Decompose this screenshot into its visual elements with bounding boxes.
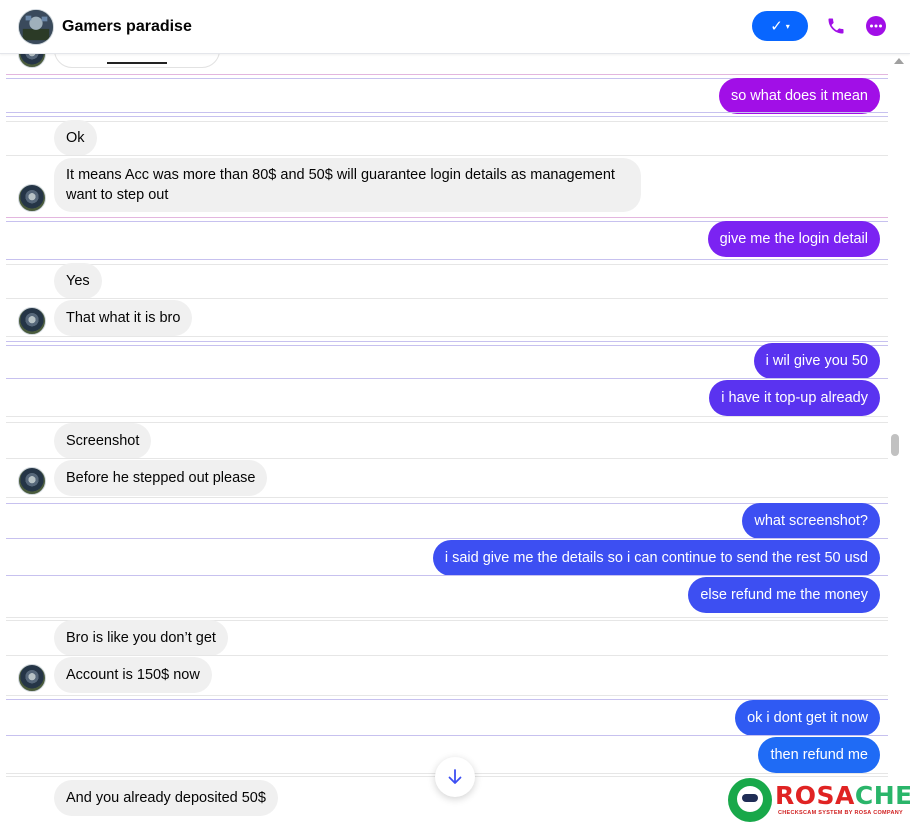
message-row: Account is 150$ now	[6, 657, 888, 693]
message-bubble-incoming[interactable]: Bro is like you don’t get	[54, 620, 228, 656]
message-row: give me the login detail	[6, 221, 888, 257]
message-row: It means Acc was more than 80$ and 50$ w…	[6, 158, 888, 212]
sender-avatar[interactable]	[18, 664, 46, 692]
jump-to-latest-button[interactable]	[435, 757, 475, 797]
message-bubble-outgoing[interactable]: else refund me the money	[688, 577, 880, 613]
robot-logo-icon	[728, 778, 772, 822]
message-bubble-incoming[interactable]: Screenshot	[54, 423, 152, 459]
message-row: ok i dont get it now	[6, 700, 888, 736]
message-row: i have it top-up already	[6, 380, 888, 416]
message-bubble-incoming[interactable]: Before he stepped out please	[54, 460, 268, 496]
message-bubble-outgoing[interactable]: i wil give you 50	[753, 343, 880, 379]
message-bubble-incoming[interactable]: That what it is bro	[54, 300, 193, 336]
sender-avatar[interactable]	[18, 307, 46, 335]
message-bubble-outgoing[interactable]: give me the login detail	[707, 221, 880, 257]
scrollbar-thumb[interactable]	[891, 434, 899, 456]
sender-avatar[interactable]	[18, 54, 46, 68]
header-actions: ✓ ▾	[752, 11, 888, 41]
message-row: else refund me the money	[6, 577, 888, 613]
message-bubble-outgoing[interactable]: i have it top-up already	[709, 380, 880, 416]
more-options-icon	[866, 16, 886, 36]
more-options-button[interactable]	[864, 14, 888, 38]
message-bubble-outgoing[interactable]: so what does it mean	[718, 78, 880, 114]
message-bubble-outgoing[interactable]: ok i dont get it now	[735, 700, 880, 736]
scroll-up-arrow-icon[interactable]	[894, 58, 904, 64]
message-bubble-incoming[interactable]: And you already deposited 50$	[54, 780, 278, 816]
message-row: i said give me the details so i can cont…	[6, 540, 888, 576]
message-bubble-outgoing[interactable]: what screenshot?	[742, 503, 880, 539]
message-row: Yes	[6, 263, 888, 299]
call-button[interactable]	[824, 14, 848, 38]
message-row: Screenshot	[6, 423, 888, 459]
previous-message-bubble[interactable]	[54, 54, 220, 68]
message-bubble-incoming[interactable]: Yes	[54, 263, 102, 299]
rosacheck-watermark: ROSACHECK CHECKSCAM SYSTEM BY ROSA COMPA…	[728, 778, 910, 822]
chevron-down-icon: ▾	[785, 21, 790, 31]
message-row	[6, 54, 888, 74]
message-bubble-incoming[interactable]: Ok	[54, 120, 97, 156]
message-bubble-outgoing[interactable]: then refund me	[758, 737, 880, 773]
verified-check-icon: ✓	[770, 18, 783, 35]
arrow-down-icon	[448, 769, 462, 784]
message-row: so what does it mean	[6, 78, 888, 114]
message-row: Bro is like you don’t get	[6, 620, 888, 656]
message-row: Before he stepped out please	[6, 460, 888, 496]
conversation-title[interactable]: Gamers paradise	[62, 18, 192, 36]
message-list[interactable]: so what does it mean Ok It means Acc was…	[6, 54, 888, 825]
message-row: That what it is bro	[6, 300, 888, 336]
message-bubble-outgoing[interactable]: i said give me the details so i can cont…	[432, 540, 880, 576]
watermark-brand: ROSACHECK	[775, 781, 910, 810]
message-row: Ok	[6, 120, 888, 156]
message-row: i wil give you 50	[6, 343, 888, 379]
sender-avatar[interactable]	[18, 184, 46, 212]
message-row: what screenshot?	[6, 503, 888, 539]
sender-avatar[interactable]	[18, 467, 46, 495]
watermark-tagline: CHECKSCAM SYSTEM BY ROSA COMPANY	[778, 810, 904, 816]
mark-verified-button[interactable]: ✓ ▾	[752, 11, 808, 41]
group-avatar[interactable]	[18, 8, 54, 45]
message-bubble-incoming[interactable]: It means Acc was more than 80$ and 50$ w…	[54, 158, 641, 212]
phone-icon	[828, 18, 844, 34]
message-bubble-incoming[interactable]: Account is 150$ now	[54, 657, 212, 693]
conversation-header: Gamers paradise ✓ ▾	[0, 0, 910, 54]
